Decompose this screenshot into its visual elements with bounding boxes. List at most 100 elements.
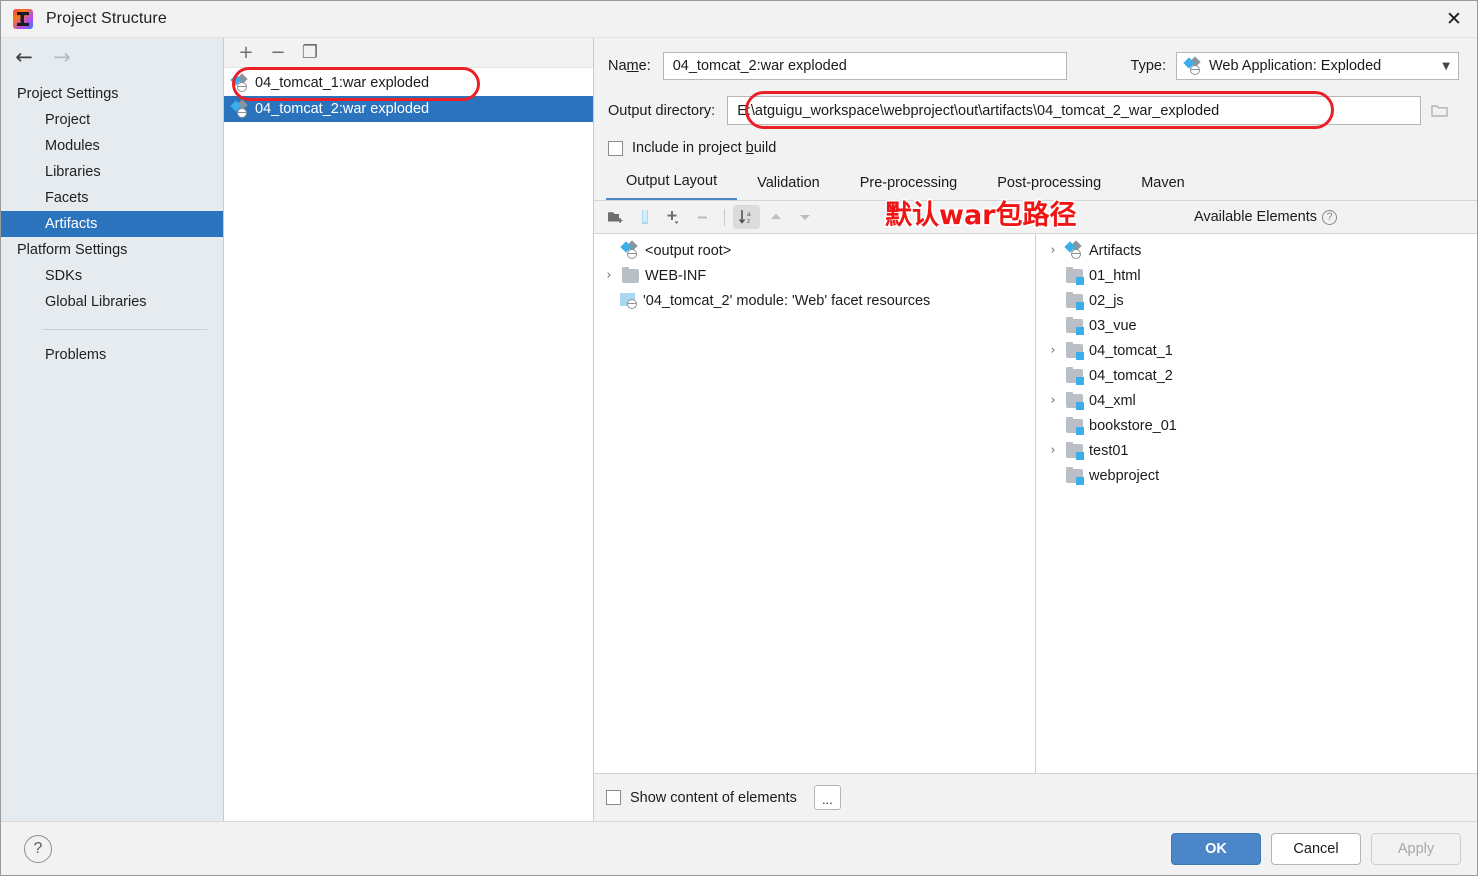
back-arrow-icon[interactable]: ← [13,46,35,68]
help-icon[interactable]: ? [1322,209,1337,225]
sidebar-item-project[interactable]: Project [1,107,223,133]
svg-text:a: a [747,211,751,218]
available-node-02-js[interactable]: 02_js [1036,288,1477,313]
artifact-detail-panel: Name: 04_tomcat_2:war exploded Type: Web… [594,38,1477,821]
tree-node-label: <output root> [645,242,732,259]
title-bar: Project Structure ✕ [1,1,1477,38]
include-in-build-row[interactable]: Include in project build [608,140,1459,156]
include-in-build-label: Include in project build [632,140,777,156]
type-label: Type: [1130,58,1166,74]
dialog-body: ← → Project Settings Project Modules Lib… [1,38,1477,821]
output-directory-input[interactable]: E:\atguigu_workspace\webproject\out\arti… [727,96,1421,125]
available-node-04-tomcat-2[interactable]: 04_tomcat_2 [1036,363,1477,388]
sidebar-divider [43,329,207,330]
chevron-right-icon[interactable]: › [1046,243,1060,258]
sidebar-group-project-settings: Project Settings [17,86,119,102]
archive-icon [641,210,648,224]
folder-icon [622,266,639,283]
available-node-01-html[interactable]: 01_html [1036,263,1477,288]
available-node-label: 02_js [1089,292,1124,309]
type-select[interactable]: Web Application: Exploded ▼ [1176,52,1459,80]
artifacts-list: 04_tomcat_1:war exploded 04_tomcat_2:war… [224,67,593,821]
name-row: Name: 04_tomcat_2:war exploded Type: Web… [608,52,1459,80]
forward-arrow-icon[interactable]: → [51,46,73,68]
type-select-value: Web Application: Exploded [1209,58,1382,74]
cancel-button[interactable]: Cancel [1271,832,1361,865]
chevron-right-icon[interactable]: › [1046,443,1060,458]
new-folder-icon [607,211,622,223]
sidebar-item-sdks[interactable]: SDKs [1,263,223,289]
chevron-down-icon: ▼ [1442,60,1450,72]
available-node-label: 01_html [1089,267,1141,284]
copy-icon: ❐ [301,41,319,63]
module-folder-icon [1066,366,1084,385]
name-label: Name: [608,58,651,74]
artifact-icon [1064,240,1083,259]
annotation-note-war-path: 默认war包路径 [885,200,1077,231]
create-archive-button[interactable] [631,205,658,229]
module-folder-icon [1066,291,1084,310]
move-up-button[interactable] [762,205,789,229]
settings-sidebar: ← → Project Settings Project Modules Lib… [1,38,224,821]
plus-dropdown-icon [667,210,679,224]
add-element-button[interactable] [660,205,687,229]
output-layout-tree: <output root> › WEB-INF '04_tomcat_2' mo… [594,234,1036,773]
show-content-label: Show content of elements [630,789,797,806]
module-folder-icon [1066,316,1084,335]
svg-text:z: z [747,218,750,225]
include-in-build-checkbox[interactable] [608,140,623,156]
close-icon[interactable]: ✕ [1431,1,1477,37]
chevron-right-icon[interactable]: › [1046,393,1060,408]
sidebar-item-global-libraries[interactable]: Global Libraries [1,289,223,315]
artifact-row-tomcat-1[interactable]: 04_tomcat_1:war exploded [224,70,593,96]
tab-output-layout[interactable]: Output Layout [606,168,738,200]
name-input[interactable]: 04_tomcat_2:war exploded [662,52,1067,80]
tree-node-output-root[interactable]: <output root> [594,238,1035,263]
show-content-checkbox[interactable] [606,790,621,805]
remove-element-button[interactable] [689,205,716,229]
available-node-test01[interactable]: › test01 [1036,438,1477,463]
create-directory-button[interactable] [602,205,629,229]
trees-container: <output root> › WEB-INF '04_tomcat_2' mo… [594,233,1477,773]
sidebar-item-modules[interactable]: Modules [1,133,223,159]
artifact-icon [620,240,639,259]
help-button[interactable]: ? [24,834,52,863]
ok-button[interactable]: OK [1171,832,1261,865]
available-node-label: bookstore_01 [1089,417,1177,434]
available-node-label: 03_vue [1089,317,1137,334]
add-artifact-button[interactable]: + [232,40,260,66]
tab-validation[interactable]: Validation [737,170,840,200]
type-row: Type: Web Application: Exploded ▼ [1131,52,1459,80]
sidebar-item-libraries[interactable]: Libraries [1,159,223,185]
plus-icon: + [238,41,254,63]
sort-alphabetically-button[interactable]: a z [733,205,760,229]
remove-artifact-button[interactable]: − [264,40,292,66]
module-folder-icon [1066,416,1084,435]
chevron-right-icon[interactable]: › [602,268,616,283]
arrow-up-icon [770,214,781,219]
tab-maven[interactable]: Maven [1121,170,1205,200]
available-node-webproject[interactable]: webproject [1036,463,1477,488]
tree-node-web-inf[interactable]: › WEB-INF [594,263,1035,288]
chevron-right-icon[interactable]: › [1046,343,1060,358]
browse-folder-button[interactable] [1421,103,1459,118]
available-node-artifacts[interactable]: › Artifacts [1036,238,1477,263]
sidebar-item-facets[interactable]: Facets [1,185,223,211]
sidebar-item-artifacts[interactable]: Artifacts [1,211,223,237]
sidebar-item-problems[interactable]: Problems [1,342,223,368]
available-elements-label: Available Elements [1193,209,1317,225]
module-folder-icon [1066,266,1084,285]
move-down-button[interactable] [791,205,818,229]
ellipsis-button[interactable]: ... [813,785,841,810]
tree-node-web-facet-resources[interactable]: '04_tomcat_2' module: 'Web' facet resour… [594,288,1035,313]
apply-button[interactable]: Apply [1371,832,1461,865]
available-node-04-xml[interactable]: › 04_xml [1036,388,1477,413]
toolbar-divider [724,208,725,226]
copy-artifact-button[interactable]: ❐ [296,40,324,66]
available-node-bookstore-01[interactable]: bookstore_01 [1036,413,1477,438]
available-node-04-tomcat-1[interactable]: › 04_tomcat_1 [1036,338,1477,363]
artifact-row-tomcat-2[interactable]: 04_tomcat_2:war exploded [224,96,593,122]
artifact-label: 04_tomcat_1:war exploded [255,75,430,91]
sidebar-nav-list: Project Settings Project Modules Librari… [1,76,223,368]
available-node-03-vue[interactable]: 03_vue [1036,313,1477,338]
